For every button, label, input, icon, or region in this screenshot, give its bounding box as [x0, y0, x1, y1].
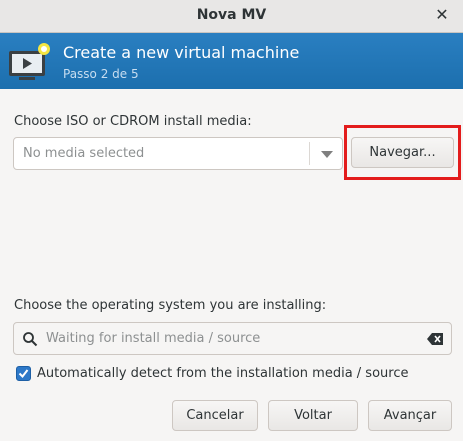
title-bar: Nova MV ✕: [0, 0, 463, 33]
wizard-step: Passo 2 de 5: [63, 67, 139, 81]
cancel-button[interactable]: Cancelar: [172, 400, 258, 431]
os-label: Choose the operating system you are inst…: [14, 298, 327, 313]
clear-icon[interactable]: [427, 333, 443, 345]
forward-button[interactable]: Avançar: [368, 400, 452, 431]
window-title: Nova MV: [196, 7, 267, 23]
auto-detect-checkbox[interactable]: [16, 366, 31, 381]
os-search-placeholder: Waiting for install media / source: [46, 331, 261, 346]
install-media-combo[interactable]: No media selected: [13, 137, 343, 170]
wizard-heading: Create a new virtual machine: [63, 43, 300, 62]
back-button[interactable]: Voltar: [268, 400, 358, 431]
virtual-machine-icon: [9, 43, 50, 80]
browse-button[interactable]: Navegar...: [351, 137, 454, 168]
wizard-banner: Create a new virtual machine Passo 2 de …: [0, 33, 463, 89]
install-media-value: No media selected: [23, 146, 145, 161]
checkmark-icon: [18, 369, 29, 379]
install-media-label: Choose ISO or CDROM install media:: [14, 114, 252, 129]
chevron-down-icon[interactable]: [321, 151, 333, 158]
combo-divider: [309, 142, 310, 165]
close-icon[interactable]: ✕: [433, 6, 451, 24]
search-icon: [23, 332, 38, 347]
auto-detect-label[interactable]: Automatically detect from the installati…: [37, 366, 408, 381]
os-search-field[interactable]: Waiting for install media / source: [13, 322, 452, 355]
